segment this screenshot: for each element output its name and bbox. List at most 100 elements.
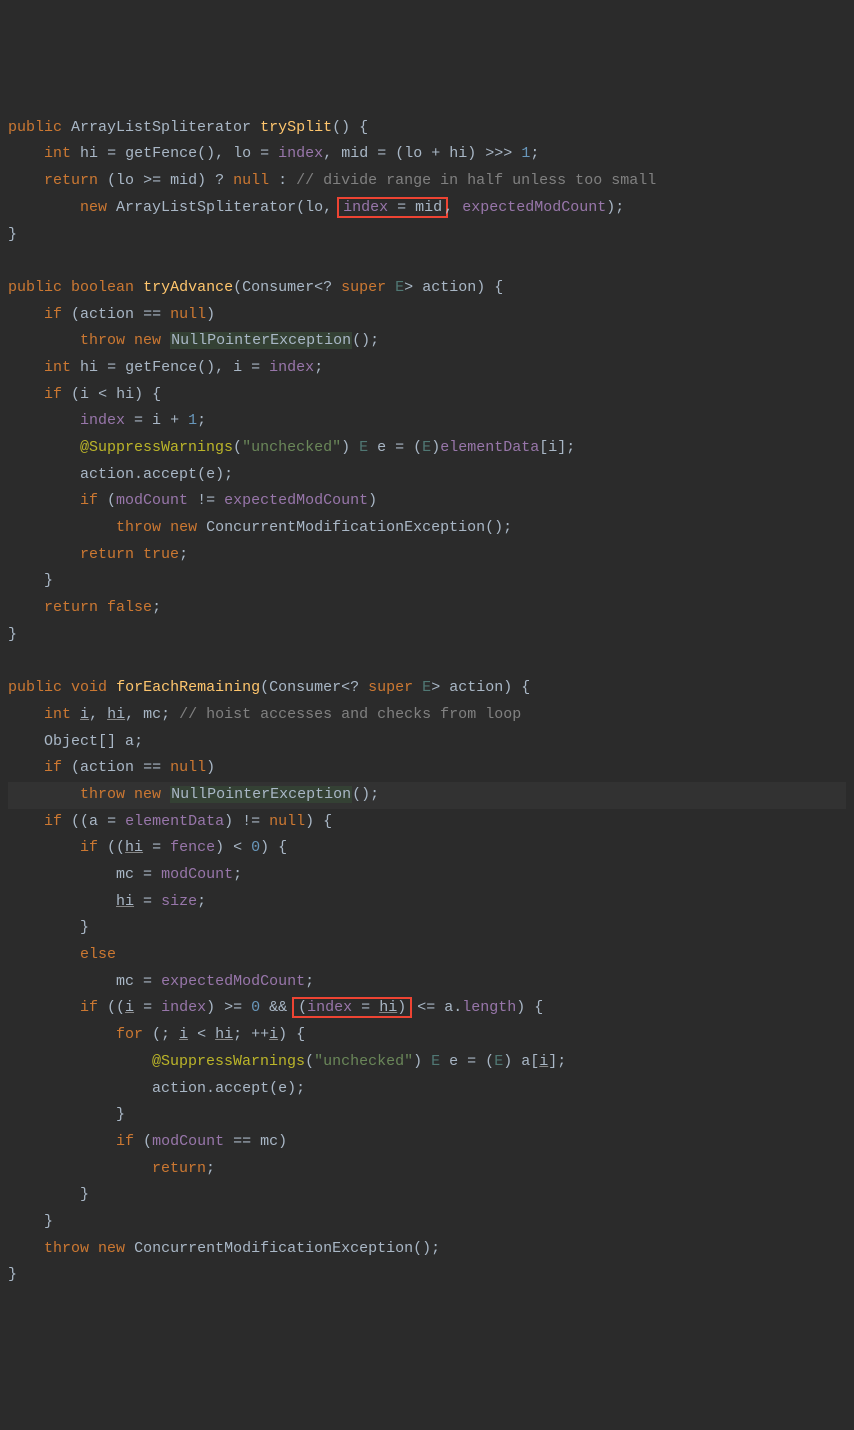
type-e: E	[494, 1053, 503, 1070]
var-i: i	[125, 999, 134, 1016]
var-i: i	[269, 1026, 278, 1043]
type-e: E	[422, 439, 431, 456]
field-index: index	[161, 999, 206, 1016]
keyword-int: int	[44, 706, 71, 723]
var-a: a	[89, 813, 98, 830]
var-lo: lo	[305, 199, 323, 216]
code-editor[interactable]: public ArrayListSpliterator trySplit() {…	[8, 115, 846, 1289]
keyword-return: return	[44, 172, 98, 189]
keyword-new: new	[170, 519, 197, 536]
var-e: e	[278, 1080, 287, 1097]
keyword-true: true	[143, 546, 179, 563]
keyword-public: public	[8, 279, 62, 296]
call-getfence: getFence	[125, 145, 197, 162]
var-hi: hi	[379, 999, 397, 1016]
keyword-return: return	[80, 546, 134, 563]
string-unchecked: "unchecked"	[242, 439, 341, 456]
highlight-box-2: (index = hi)	[292, 997, 412, 1018]
type-e: E	[422, 679, 431, 696]
keyword-if: if	[44, 306, 62, 323]
keyword-new: new	[98, 1240, 125, 1257]
keyword-super: super	[341, 279, 386, 296]
field-size: size	[161, 893, 197, 910]
keyword-if: if	[44, 813, 62, 830]
literal-0: 0	[251, 839, 260, 856]
keyword-if: if	[80, 839, 98, 856]
keyword-boolean: boolean	[71, 279, 134, 296]
var-mid: mid	[170, 172, 197, 189]
method-foreachremaining: forEachRemaining	[116, 679, 260, 696]
var-lo: lo	[233, 145, 251, 162]
var-hi: hi	[107, 706, 125, 723]
var-a: a	[444, 999, 453, 1016]
var-action: action	[152, 1080, 206, 1097]
field-elementdata: elementData	[440, 439, 539, 456]
method-trysplit: trySplit	[260, 119, 332, 136]
var-mid: mid	[415, 199, 442, 216]
var-e: e	[377, 439, 386, 456]
keyword-null: null	[269, 813, 305, 830]
comment-hoist: // hoist accesses and checks from loop	[179, 706, 521, 723]
keyword-int: int	[44, 145, 71, 162]
var-mc: mc	[260, 1133, 278, 1150]
keyword-null: null	[170, 759, 206, 776]
var-mc: mc	[116, 866, 134, 883]
keyword-false: false	[107, 599, 152, 616]
var-hi: hi	[125, 839, 143, 856]
method-tryadvance: tryAdvance	[143, 279, 233, 296]
keyword-if: if	[116, 1133, 134, 1150]
var-hi: hi	[215, 1026, 233, 1043]
field-expectedmodcount: expectedModCount	[224, 492, 368, 509]
var-i: i	[548, 439, 557, 456]
call-accept: accept	[215, 1080, 269, 1097]
var-a: a	[521, 1053, 530, 1070]
annotation-suppress: @SuppressWarnings	[80, 439, 233, 456]
field-index: index	[307, 999, 352, 1016]
var-mc: mc	[143, 706, 161, 723]
param-action: action	[449, 679, 503, 696]
var-i: i	[80, 386, 89, 403]
literal-1: 1	[188, 412, 197, 429]
field-fence: fence	[170, 839, 215, 856]
keyword-throw: throw	[44, 1240, 89, 1257]
type-consumer: Consumer	[269, 679, 341, 696]
literal-1: 1	[521, 145, 530, 162]
var-action: action	[80, 306, 134, 323]
keyword-super: super	[368, 679, 413, 696]
keyword-throw: throw	[116, 519, 161, 536]
type-consumer: Consumer	[242, 279, 314, 296]
annotation-suppress: @SuppressWarnings	[152, 1053, 305, 1070]
var-i: i	[80, 706, 89, 723]
field-modcount: modCount	[161, 866, 233, 883]
keyword-new: new	[134, 332, 161, 349]
keyword-if: if	[44, 759, 62, 776]
field-index: index	[278, 145, 323, 162]
literal-0: 0	[251, 999, 260, 1016]
keyword-public: public	[8, 679, 62, 696]
type-npe: NullPointerException	[170, 332, 352, 349]
type-arraylistspliterator: ArrayListSpliterator	[71, 119, 251, 136]
keyword-if: if	[80, 492, 98, 509]
var-i: i	[152, 412, 161, 429]
keyword-int: int	[44, 359, 71, 376]
keyword-throw: throw	[80, 786, 125, 803]
field-elementdata: elementData	[125, 813, 224, 830]
keyword-if: if	[44, 386, 62, 403]
var-mc: mc	[116, 973, 134, 990]
var-action: action	[80, 466, 134, 483]
field-expectedmodcount: expectedModCount	[161, 973, 305, 990]
highlight-box-1: index = mid	[337, 197, 448, 218]
var-hi: hi	[116, 893, 134, 910]
var-hi: hi	[80, 145, 98, 162]
field-index: index	[343, 199, 388, 216]
field-modcount: modCount	[152, 1133, 224, 1150]
var-action: action	[80, 759, 134, 776]
call-getfence: getFence	[125, 359, 197, 376]
var-a: a	[125, 733, 134, 750]
string-unchecked: "unchecked"	[314, 1053, 413, 1070]
keyword-return: return	[152, 1160, 206, 1177]
comment-divide: // divide range in half unless too small	[296, 172, 656, 189]
field-modcount: modCount	[116, 492, 188, 509]
type-e: E	[359, 439, 368, 456]
keyword-for: for	[116, 1026, 143, 1043]
